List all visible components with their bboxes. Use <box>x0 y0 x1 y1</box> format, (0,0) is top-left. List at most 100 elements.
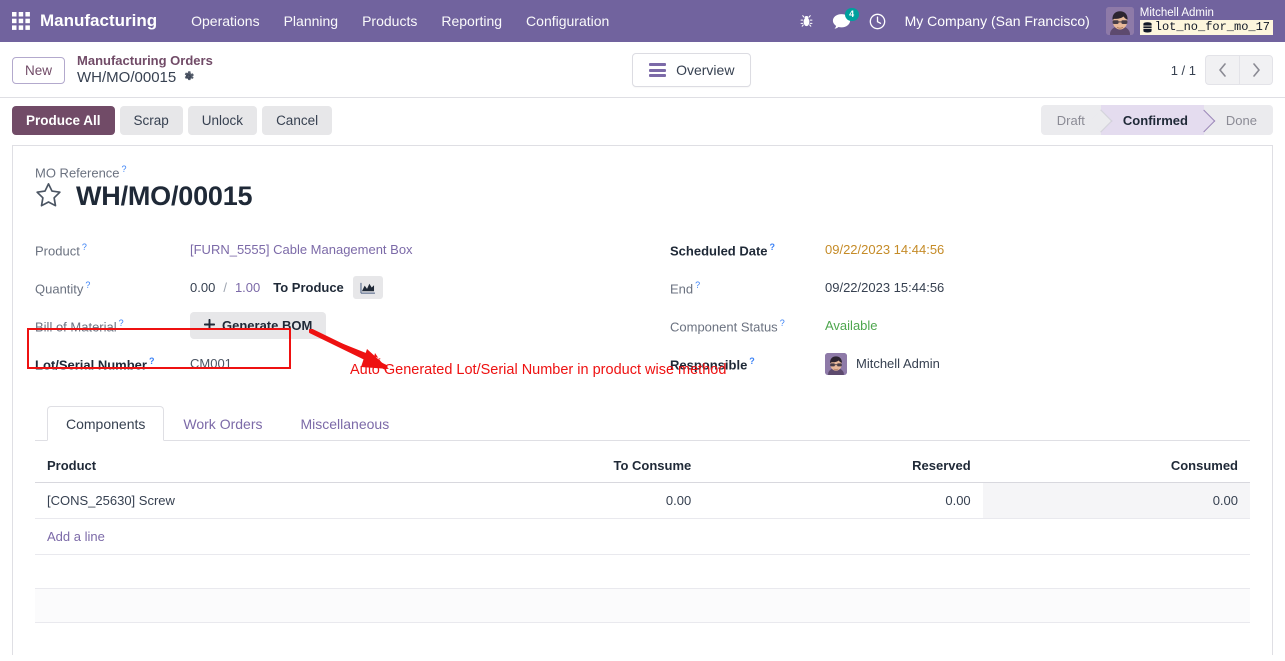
menu-item-planning[interactable]: Planning <box>272 7 351 35</box>
pager-previous-button[interactable] <box>1205 55 1239 85</box>
star-icon[interactable] <box>35 182 62 211</box>
column-header-product[interactable]: Product <box>35 449 424 484</box>
avatar <box>1105 7 1134 35</box>
lot-serial-input[interactable]: CM001 <box>190 356 232 371</box>
help-icon[interactable]: ? <box>749 356 755 366</box>
generate-bom-label: Generate BOM <box>222 318 313 334</box>
notebook: Components Work Orders Miscellaneous Pro… <box>35 406 1250 624</box>
end-date-value: 09/22/2023 15:44:56 <box>825 280 944 295</box>
database-name: lot_no_for_mo_17 <box>1139 20 1273 35</box>
end-date-input[interactable]: 09/22/2023 15:44:56 <box>825 280 944 295</box>
status-badge: Available <box>825 318 878 334</box>
help-icon[interactable]: ? <box>770 242 776 252</box>
menu-item-configuration[interactable]: Configuration <box>514 7 621 35</box>
field-component-status: Component Status? Available <box>670 310 1250 341</box>
main-menu: Operations Planning Products Reporting C… <box>179 7 621 35</box>
lot-serial-label: Lot/Serial Number? <box>35 356 190 372</box>
notebook-tabs: Components Work Orders Miscellaneous <box>35 406 1250 442</box>
app-brand-manufacturing[interactable]: Manufacturing <box>40 11 157 31</box>
field-bill-of-material: Bill of Material? Generate BOM <box>35 310 655 341</box>
record-action-buttons: Produce All Scrap Unlock Cancel <box>12 105 333 135</box>
table-empty-row <box>35 589 1250 624</box>
end-date-label: End? <box>670 280 825 296</box>
column-header-reserved[interactable]: Reserved <box>703 449 983 484</box>
table-header-row: Product To Consume Reserved Consumed <box>35 449 1250 484</box>
bom-value: Generate BOM <box>190 312 327 340</box>
status-confirmed[interactable]: Confirmed <box>1100 105 1204 135</box>
breadcrumb-current-record: WH/MO/00015 <box>77 69 213 88</box>
generate-bom-button[interactable]: Generate BOM <box>190 312 327 340</box>
column-header-consumed[interactable]: Consumed <box>982 449 1250 484</box>
gear-icon[interactable] <box>182 70 195 87</box>
cell-consumed[interactable]: 0.00 <box>982 482 1250 520</box>
title-row: WH/MO/00015 <box>35 181 1250 212</box>
database-label: lot_no_for_mo_17 <box>1154 20 1270 35</box>
page-title: WH/MO/00015 <box>76 181 253 212</box>
scheduled-date-label-text: Scheduled Date <box>670 242 768 258</box>
user-name: Mitchell Admin <box>1139 7 1214 20</box>
add-a-line-button[interactable]: Add a line <box>35 519 1250 556</box>
user-info: Mitchell Admin lot_no_for_mo_17 <box>1139 7 1273 35</box>
menu-item-products[interactable]: Products <box>350 7 429 35</box>
bom-label-text: Bill of Material <box>35 318 117 334</box>
scheduled-date-input[interactable]: 09/22/2023 14:44:56 <box>825 242 944 257</box>
unlock-button[interactable]: Unlock <box>187 105 258 135</box>
navbar-systray: 4 My Company (San Francisco) Mitchell Ad… <box>790 7 1277 35</box>
breadcrumb-manufacturing-orders[interactable]: Manufacturing Orders <box>77 53 213 69</box>
new-button[interactable]: New <box>12 56 66 84</box>
company-switcher[interactable]: My Company (San Francisco) <box>895 9 1100 33</box>
help-icon[interactable]: ? <box>122 164 127 174</box>
form-sheet: MO Reference? WH/MO/00015 Product? [FURN… <box>12 145 1273 655</box>
lot-serial-value: CM001 <box>190 356 232 371</box>
tab-work-orders[interactable]: Work Orders <box>164 406 281 441</box>
quantity-separator: / <box>223 280 227 296</box>
breadcrumb: Manufacturing Orders WH/MO/00015 <box>77 53 213 88</box>
help-icon[interactable]: ? <box>85 280 90 290</box>
chat-bubble-icon[interactable]: 4 <box>823 7 860 34</box>
chevron-left-icon <box>1219 63 1226 77</box>
help-icon[interactable]: ? <box>119 318 124 328</box>
quantity-label-text: Quantity <box>35 280 84 296</box>
control-panel: New Manufacturing Orders WH/MO/00015 Ove… <box>0 42 1285 98</box>
help-icon[interactable]: ? <box>149 356 155 366</box>
mo-reference-label: MO Reference? <box>35 164 1250 180</box>
table-row[interactable]: [CONS_25630] Screw 0.00 0.00 0.00 <box>35 482 1250 520</box>
product-link[interactable]: [FURN_5555] Cable Management Box <box>190 242 413 257</box>
responsible-name[interactable]: Mitchell Admin <box>856 356 940 371</box>
area-chart-icon[interactable] <box>352 276 383 300</box>
menu-item-operations[interactable]: Operations <box>179 7 271 35</box>
produce-all-button[interactable]: Produce All <box>12 105 115 135</box>
cell-reserved[interactable]: 0.00 <box>703 482 983 520</box>
lot-serial-label-text: Lot/Serial Number <box>35 356 147 372</box>
cell-product[interactable]: [CONS_25630] Screw <box>35 482 424 520</box>
product-label-text: Product <box>35 242 80 258</box>
pager-next-button[interactable] <box>1239 55 1273 85</box>
end-date-label-text: End <box>670 280 694 296</box>
cell-to-consume[interactable]: 0.00 <box>423 482 704 520</box>
messages-badge: 4 <box>844 7 859 21</box>
clock-icon[interactable] <box>860 9 895 34</box>
bug-icon[interactable] <box>790 10 823 33</box>
plus-icon <box>203 318 216 333</box>
user-menu[interactable]: Mitchell Admin lot_no_for_mo_17 <box>1100 7 1275 35</box>
form-column-right: Scheduled Date? 09/22/2023 14:44:56 End?… <box>655 234 1250 386</box>
apps-grid-icon[interactable] <box>6 6 36 36</box>
quantity-done-input[interactable]: 0.00 <box>190 280 215 295</box>
tab-components[interactable]: Components <box>47 406 165 442</box>
database-icon <box>1143 22 1152 33</box>
menu-item-reporting[interactable]: Reporting <box>429 7 514 35</box>
help-icon[interactable]: ? <box>695 280 700 290</box>
scrap-button[interactable]: Scrap <box>119 105 183 135</box>
components-table: Product To Consume Reserved Consumed [CO… <box>35 449 1250 520</box>
column-header-to-consume[interactable]: To Consume <box>423 449 704 484</box>
tab-miscellaneous[interactable]: Miscellaneous <box>281 406 408 441</box>
help-icon[interactable]: ? <box>82 242 87 252</box>
field-end-date: End? 09/22/2023 15:44:56 <box>670 272 1250 303</box>
scheduled-date-label: Scheduled Date? <box>670 242 825 258</box>
bars-icon <box>649 63 667 77</box>
overview-label: Overview <box>676 62 735 78</box>
overview-button[interactable]: Overview <box>632 53 752 87</box>
cancel-button[interactable]: Cancel <box>262 105 333 135</box>
help-icon[interactable]: ? <box>780 318 785 328</box>
status-draft[interactable]: Draft <box>1041 105 1101 135</box>
